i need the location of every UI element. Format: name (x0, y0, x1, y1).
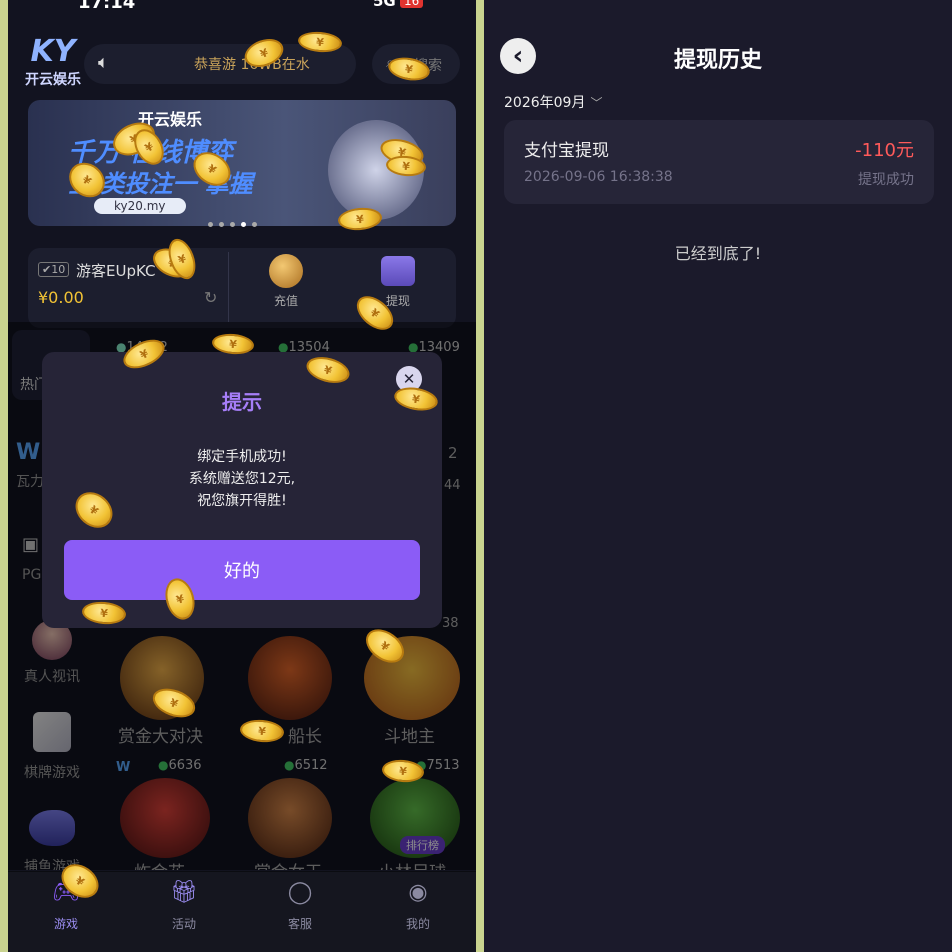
app-logo: KY 开云娱乐 (22, 34, 84, 89)
recharge-button[interactable]: 充值 (260, 254, 312, 309)
nav-support[interactable]: ◯ 客服 (270, 880, 330, 932)
modal-line: 系统赠送您12元, (188, 471, 296, 487)
support-chat-icon: ◯ (287, 880, 313, 905)
modal-line: 绑定手机成功! (197, 449, 287, 465)
nav-label: 客服 (287, 917, 312, 931)
modal-title: 提示 (222, 390, 262, 414)
username: 游客EUpKC (76, 262, 156, 280)
month-selector[interactable]: 2026年09月 ﹀ (504, 92, 603, 112)
speaker-icon: 🔈︎ (98, 52, 109, 73)
record-amount: -110元 (855, 140, 914, 161)
withdraw-history-screen: ‹ 提现历史 2026年09月 ﹀ 支付宝提现 -110元 2026-09-06… (484, 0, 952, 952)
record-title: 支付宝提现 (524, 141, 609, 161)
banner-url: ky20.my (94, 198, 186, 214)
ok-button[interactable]: 好的 (64, 540, 420, 600)
guest-badge-icon: ✔10 (38, 262, 70, 277)
nav-label: 我的 (405, 917, 430, 931)
nav-activity[interactable]: 🎁︎ 活动 (154, 880, 214, 932)
record-time: 2026-09-06 16:38:38 (524, 169, 673, 185)
refresh-icon[interactable]: ↻ (204, 288, 217, 307)
wallet-icon (381, 256, 415, 286)
status-time: 17:14 (78, 0, 136, 13)
recharge-label: 充值 (273, 294, 298, 308)
status-network: 5G (373, 0, 396, 10)
logo-text: 开云娱乐 (25, 72, 81, 88)
nav-label: 活动 (171, 917, 196, 931)
gift-icon: 🎁︎ (170, 880, 198, 905)
page-title: 提现历史 (673, 48, 762, 73)
banner-pagination (208, 212, 257, 231)
notice-modal: 提示 ✕ 绑定手机成功! 系统赠送您12元, 祝您旗开得胜! 好的 (42, 352, 442, 628)
game-home-screen: 17:14 5G 16 KY 开云娱乐 🔈︎ 恭喜游 16WB在水 ⌕ 搜索 开… (8, 0, 476, 952)
record-status: 提现成功 (858, 172, 914, 188)
month-label: 2026年09月 (504, 95, 586, 111)
balance: ¥0.00 (38, 288, 84, 307)
divider (228, 252, 229, 322)
nav-label: 游戏 (53, 917, 78, 931)
battery-indicator: 16 (400, 0, 424, 8)
end-of-list-text: 已经到底了! (674, 244, 762, 263)
logo-letters: KY (30, 34, 76, 69)
withdraw-record[interactable]: 支付宝提现 -110元 2026-09-06 16:38:38 提现成功 (504, 120, 934, 204)
nav-profile[interactable]: ◉ 我的 (388, 880, 448, 932)
money-bag-icon (269, 254, 303, 288)
user-icon: ◉ (408, 880, 428, 905)
chevron-down-icon: ﹀ (590, 96, 603, 110)
